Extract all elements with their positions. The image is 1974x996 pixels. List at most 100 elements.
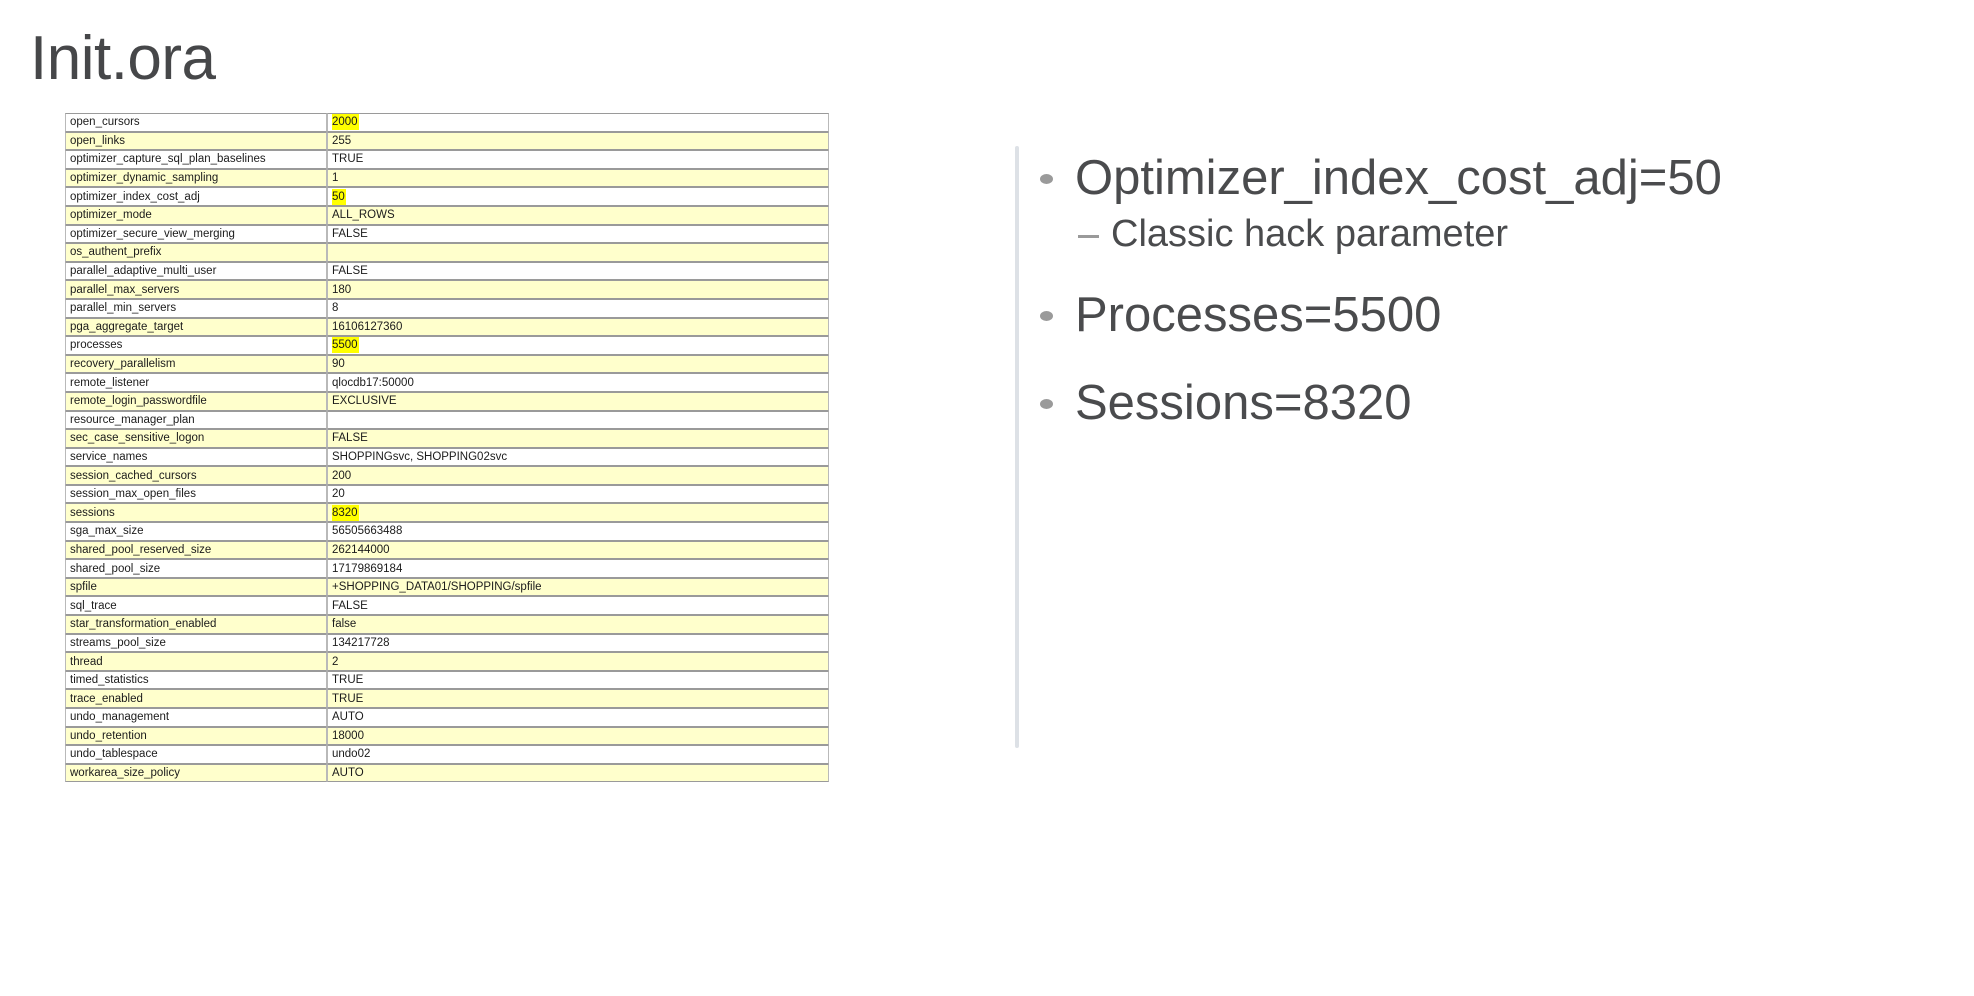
parameter-value-cell: 56505663488 [327, 522, 829, 541]
parameter-value-cell: SHOPPINGsvc, SHOPPING02svc [327, 447, 829, 467]
parameter-name-cell: parallel_min_servers [65, 298, 327, 318]
vertical-divider [1015, 146, 1019, 748]
parameter-value: 16106127360 [332, 320, 403, 333]
parameter-value: 18000 [332, 729, 364, 742]
parameter-value: 8 [332, 302, 339, 315]
parameter-value: 17179869184 [332, 562, 403, 575]
parameter-value: 200 [332, 469, 352, 482]
table-row: spfile +SHOPPING_DATA01/SHOPPING/spfile [65, 577, 829, 597]
parameter-value-cell: FALSE [327, 596, 829, 616]
highlighted-value: 5500 [332, 337, 359, 354]
parameter-value: 1 [332, 172, 339, 185]
bullet-dot-icon [1040, 310, 1053, 321]
parameter-value: AUTO [332, 767, 364, 780]
init-ora-parameter-table: open_cursors 2000 open_links 255 optimizer_c… [65, 113, 829, 783]
parameter-value: FALSE [332, 265, 368, 278]
table-row: remote_listener qlocdb17:50000 [65, 373, 829, 392]
highlighted-value: 8320 [332, 504, 359, 521]
parameter-value-cell: AUTO [327, 763, 829, 783]
parameter-value: 180 [332, 283, 352, 296]
table-row: sga_max_size 56505663488 [65, 522, 829, 541]
parameter-value-cell: 20 [327, 484, 829, 504]
bullet-list: Optimizer_index_cost_adj=50 Classic hack … [1040, 150, 1920, 464]
parameter-value-cell: FALSE [327, 261, 829, 281]
parameter-name-cell: pga_aggregate_target [65, 317, 327, 337]
parameter-name-cell: shared_pool_size [65, 559, 327, 578]
parameter-value-cell: 2 [327, 652, 829, 671]
parameter-value: 255 [332, 134, 352, 147]
parameter-value-cell: 1 [327, 168, 829, 188]
parameter-value: 56505663488 [332, 525, 403, 538]
parameter-name-cell: undo_tablespace [65, 745, 327, 764]
bullet-text: Processes=5500 [1075, 287, 1442, 342]
table-row: thread 2 [65, 652, 829, 671]
table-row: parallel_min_servers 8 [65, 298, 829, 318]
parameter-value-cell: 8 [327, 298, 829, 318]
highlighted-value: 2000 [332, 114, 359, 131]
parameter-name-cell: parallel_max_servers [65, 280, 327, 299]
parameter-value-cell: 90 [327, 354, 829, 374]
parameter-name-cell: star_transformation_enabled [65, 615, 327, 634]
table-row: workarea_size_policy AUTO [65, 763, 829, 783]
parameter-value: 90 [332, 358, 345, 371]
parameter-name-cell: thread [65, 652, 327, 671]
parameter-value-cell: +SHOPPING_DATA01/SHOPPING/spfile [327, 577, 829, 597]
table-row: recovery_parallelism 90 [65, 354, 829, 374]
parameter-value: 262144000 [332, 543, 390, 556]
parameter-value-cell [327, 243, 829, 262]
parameter-name-cell: session_cached_cursors [65, 466, 327, 485]
parameter-name-cell: os_authent_prefix [65, 243, 327, 262]
bullet-text: Optimizer_index_cost_adj=50 [1075, 151, 1722, 205]
table-row: sessions 8320 [65, 503, 829, 523]
parameter-value: EXCLUSIVE [332, 395, 397, 408]
parameter-value: FALSE [332, 599, 368, 612]
parameter-value-cell: false [327, 615, 829, 634]
parameter-name-cell: workarea_size_policy [65, 763, 327, 783]
bullet-item: Optimizer_index_cost_adj=50 [1040, 150, 1920, 207]
table-row: resource_manager_plan [65, 410, 829, 430]
table-row: open_links 255 [65, 131, 829, 151]
bullet-item: Processes=5500 [1040, 287, 1920, 344]
bullet-spacer [1040, 349, 1920, 375]
parameter-name-cell: session_max_open_files [65, 484, 327, 504]
parameter-name-cell: undo_management [65, 708, 327, 727]
parameter-name-cell: sql_trace [65, 596, 327, 616]
table-row: session_max_open_files 20 [65, 484, 829, 504]
table-row: session_cached_cursors 200 [65, 466, 829, 485]
parameter-value: 20 [332, 488, 345, 501]
parameter-value-cell: EXCLUSIVE [327, 391, 829, 411]
parameter-value-cell: 262144000 [327, 540, 829, 560]
parameter-name-cell: recovery_parallelism [65, 354, 327, 374]
parameter-value-cell: 50 [327, 187, 829, 206]
table-row: service_names SHOPPINGsvc, SHOPPING02svc [65, 447, 829, 467]
parameter-value-cell: 16106127360 [327, 317, 829, 337]
parameter-value-cell: FALSE [327, 224, 829, 244]
parameter-table: open_cursors 2000 open_links 255 optimizer_c… [65, 113, 829, 783]
parameter-value-cell: 255 [327, 131, 829, 151]
table-row: undo_tablespace undo02 [65, 745, 829, 764]
table-row: parallel_adaptive_multi_user FALSE [65, 261, 829, 281]
parameter-name-cell: timed_statistics [65, 670, 327, 690]
parameter-name-cell: shared_pool_reserved_size [65, 540, 327, 560]
table-row: sql_trace FALSE [65, 596, 829, 616]
parameter-value-cell: TRUE [327, 150, 829, 169]
parameter-name-cell: remote_login_passwordfile [65, 391, 327, 411]
parameter-value-cell: 200 [327, 466, 829, 485]
parameter-value: qlocdb17:50000 [332, 376, 414, 389]
parameter-name-cell: spfile [65, 577, 327, 597]
parameter-name-cell: optimizer_secure_view_merging [65, 224, 327, 244]
parameter-value: FALSE [332, 227, 368, 240]
sub-bullet-item: Classic hack parameter [1078, 213, 1920, 257]
parameter-value-cell: FALSE [327, 429, 829, 448]
parameter-value-cell: TRUE [327, 670, 829, 690]
parameter-value-cell: 5500 [327, 336, 829, 355]
parameter-value-cell: 17179869184 [327, 559, 829, 578]
parameter-name-cell: remote_listener [65, 373, 327, 392]
parameter-value-cell [327, 410, 829, 430]
parameter-name-cell: streams_pool_size [65, 633, 327, 653]
parameter-value: TRUE [332, 674, 364, 687]
parameter-value: TRUE [332, 692, 364, 705]
table-row: pga_aggregate_target 16106127360 [65, 317, 829, 337]
table-row: open_cursors 2000 [65, 113, 829, 132]
table-row: shared_pool_size 17179869184 [65, 559, 829, 578]
